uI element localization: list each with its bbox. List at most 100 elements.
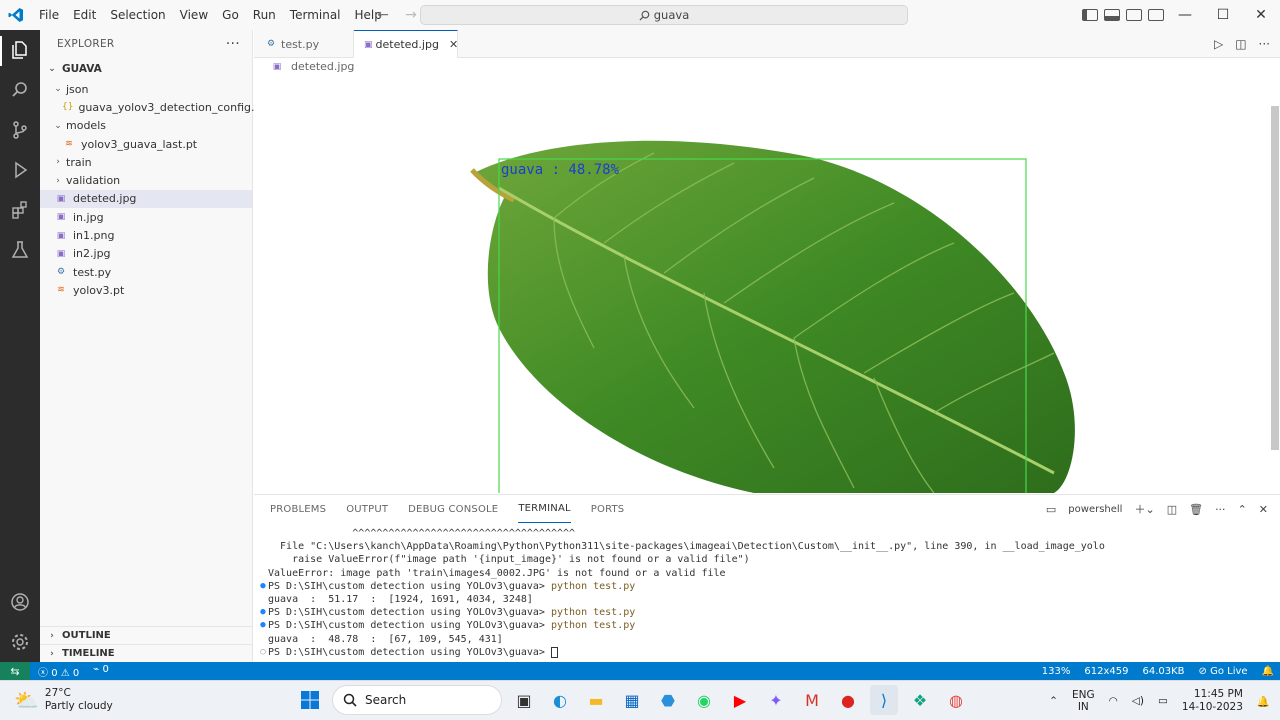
task-view-icon[interactable]: ▣: [510, 685, 538, 715]
shell-name[interactable]: powershell: [1068, 504, 1122, 515]
settings-gear-icon[interactable]: [8, 630, 32, 654]
split-terminal-icon[interactable]: ◫: [1167, 503, 1177, 516]
start-windows-icon[interactable]: [296, 685, 324, 715]
menu-run[interactable]: Run: [246, 0, 283, 30]
menu-selection[interactable]: Selection: [103, 0, 172, 30]
vertical-scrollbar[interactable]: [1271, 106, 1279, 450]
command-status-dot[interactable]: ○: [258, 646, 268, 659]
account-icon[interactable]: [8, 590, 32, 614]
tab-problems[interactable]: PROBLEMS: [270, 495, 326, 523]
tree-item[interactable]: ⚙ test.py: [40, 263, 252, 281]
clock[interactable]: 11:45 PM 14-10-2023: [1182, 688, 1243, 714]
chatgpt-icon[interactable]: ❖: [906, 685, 934, 715]
menu-go[interactable]: Go: [215, 0, 246, 30]
gmail-icon[interactable]: M: [798, 685, 826, 715]
tree-item[interactable]: ⌄ models: [40, 117, 252, 135]
tray-overflow-icon[interactable]: ⌃: [1049, 695, 1058, 707]
tab-output[interactable]: OUTPUT: [346, 495, 388, 523]
tree-item[interactable]: ▣ in1.png: [40, 226, 252, 244]
breadcrumb-file[interactable]: deteted.jpg: [291, 60, 354, 73]
language-indicator[interactable]: ENG IN: [1072, 689, 1095, 713]
notification-icon[interactable]: 🔔: [1257, 695, 1270, 708]
command-status-dot[interactable]: ●: [258, 580, 268, 593]
file-explorer-icon[interactable]: ▬: [582, 685, 610, 715]
tree-item[interactable]: ▣ in.jpg: [40, 208, 252, 226]
maximize-panel-icon[interactable]: ⌃: [1238, 503, 1247, 516]
toggle-sidebar-icon[interactable]: [1082, 9, 1098, 21]
timeline-section[interactable]: › TIMELINE: [40, 644, 253, 662]
zoom-level[interactable]: 133%: [1042, 666, 1071, 677]
go-live-button[interactable]: ⊘ Go Live: [1199, 666, 1248, 677]
kill-terminal-icon[interactable]: 🗑: [1189, 503, 1203, 516]
tab-test-py[interactable]: ⚙ test.py: [254, 30, 354, 58]
ports-status[interactable]: ⌁ 0: [93, 664, 109, 679]
youtube-icon[interactable]: ▶: [726, 685, 754, 715]
more-actions-icon[interactable]: ···: [226, 36, 240, 52]
tab-deteted-jpg[interactable]: ▣ deteted.jpg ✕: [354, 30, 458, 58]
new-terminal-icon[interactable]: ＋⌄: [1134, 501, 1154, 517]
tree-item[interactable]: › validation: [40, 171, 252, 189]
customize-layout-icon[interactable]: [1148, 9, 1164, 21]
tree-item-label: in.jpg: [73, 210, 104, 224]
warning-count: 0: [72, 667, 80, 679]
outline-section[interactable]: › OUTLINE: [40, 626, 253, 644]
run-debug-icon[interactable]: [8, 158, 32, 182]
image-dimensions: 612x459: [1084, 665, 1129, 677]
terminal-output[interactable]: ^^^^^^^^^^^^^^^^^^^^^^^^^^^^^^^^^^^^^ Fi…: [258, 527, 1268, 659]
search-icon[interactable]: [8, 78, 32, 102]
extensions-icon[interactable]: [8, 198, 32, 222]
tree-item[interactable]: ⌄ json: [40, 80, 252, 98]
close-tab-icon[interactable]: ✕: [449, 38, 458, 51]
tab-ports[interactable]: PORTS: [591, 495, 625, 523]
explorer-icon[interactable]: [8, 38, 32, 62]
back-arrow-icon[interactable]: ←: [372, 7, 394, 23]
microsoft-store-icon[interactable]: ▦: [618, 685, 646, 715]
remote-indicator-icon[interactable]: ⇆: [0, 662, 30, 680]
vscode-taskbar-icon[interactable]: ⟩: [870, 685, 898, 715]
wifi-icon[interactable]: ◠: [1109, 695, 1118, 707]
run-file-icon[interactable]: ▷: [1214, 37, 1223, 51]
tree-item[interactable]: {} guava_yolov3_detection_config.json: [40, 98, 277, 116]
command-status-dot[interactable]: ●: [258, 619, 268, 632]
tuf-app-icon[interactable]: ●: [834, 685, 862, 715]
workspace-folder[interactable]: ⌄ GUAVA: [40, 58, 252, 80]
source-control-icon[interactable]: [8, 118, 32, 142]
command-center-search[interactable]: guava: [420, 5, 908, 25]
terminal-cursor[interactable]: [550, 646, 558, 658]
whatsapp-icon[interactable]: ◉: [690, 685, 718, 715]
split-editor-icon[interactable]: ◫: [1235, 37, 1246, 51]
toggle-panel-icon[interactable]: [1104, 9, 1120, 21]
minimize-button[interactable]: —: [1166, 0, 1204, 30]
panel-more-icon[interactable]: ···: [1215, 503, 1226, 516]
chrome-icon[interactable]: ◍: [942, 685, 970, 715]
tree-item[interactable]: ▣ deteted.jpg: [40, 189, 252, 209]
toggle-secondary-sidebar-icon[interactable]: [1126, 9, 1142, 21]
edge-browser-icon[interactable]: ◐: [546, 685, 574, 715]
volume-icon[interactable]: ◁): [1132, 695, 1144, 707]
copilot-icon[interactable]: ✦: [762, 685, 790, 715]
tab-debug-console[interactable]: DEBUG CONSOLE: [408, 495, 498, 523]
tree-item[interactable]: › train: [40, 153, 252, 171]
editor-more-icon[interactable]: ···: [1259, 37, 1270, 51]
tree-item[interactable]: ▣ in2.jpg: [40, 245, 252, 263]
notifications-bell-icon[interactable]: 🔔: [1262, 666, 1274, 677]
python-app-icon[interactable]: ⬣: [654, 685, 682, 715]
menu-terminal[interactable]: Terminal: [283, 0, 348, 30]
menu-file[interactable]: File: [32, 0, 66, 30]
testing-flask-icon[interactable]: [8, 238, 32, 262]
taskbar-search-box[interactable]: Search: [332, 685, 502, 715]
tree-item[interactable]: ≋ yolov3.pt: [40, 281, 252, 299]
problems-status[interactable]: ⓧ 0 ⚠ 0: [38, 664, 79, 679]
close-panel-icon[interactable]: ✕: [1259, 503, 1268, 516]
weather-widget[interactable]: ⛅ 27°C Partly cloudy: [14, 687, 113, 713]
battery-icon[interactable]: ▭: [1158, 695, 1168, 707]
forward-arrow-icon[interactable]: →: [400, 7, 422, 23]
tree-item[interactable]: ≋ yolov3_guava_last.pt: [40, 135, 252, 153]
command-status-dot[interactable]: ●: [258, 606, 268, 619]
menu-view[interactable]: View: [173, 0, 215, 30]
maximize-button[interactable]: ☐: [1204, 0, 1242, 30]
tab-terminal[interactable]: TERMINAL: [518, 495, 571, 523]
menu-edit[interactable]: Edit: [66, 0, 103, 30]
command-status-dot: [258, 540, 268, 553]
close-button[interactable]: ✕: [1242, 0, 1280, 30]
